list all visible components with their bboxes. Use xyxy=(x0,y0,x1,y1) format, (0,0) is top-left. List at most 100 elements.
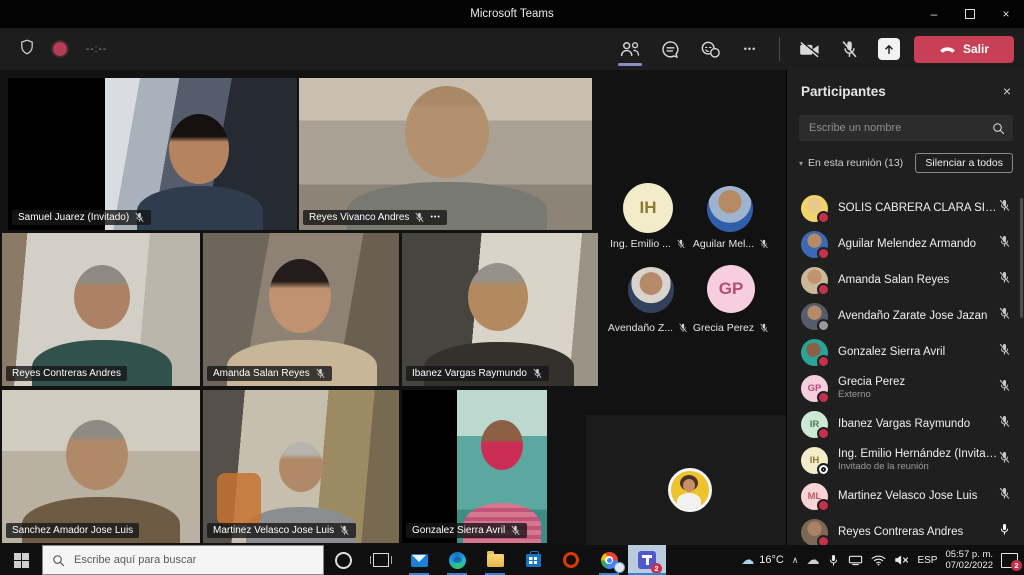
share-button[interactable] xyxy=(874,34,904,64)
video-tile-reyes-vivanco[interactable]: Reyes Vivanco Andres ••• xyxy=(299,78,592,230)
meeting-section-toggle[interactable]: ▾ En esta reunión (13) xyxy=(799,157,903,169)
mic-muted-icon[interactable] xyxy=(998,343,1011,361)
tray-device-icon[interactable] xyxy=(848,554,863,566)
presence-busy-icon xyxy=(817,211,830,224)
more-options-button[interactable]: ••• xyxy=(735,34,765,64)
mic-muted-icon[interactable] xyxy=(998,451,1011,469)
reactions-button[interactable] xyxy=(695,34,725,64)
audio-avatar-grecia[interactable]: GP xyxy=(707,265,755,313)
leave-meeting-button[interactable]: Salir xyxy=(914,36,1014,63)
mic-muted-icon xyxy=(510,525,521,536)
participant-row[interactable]: GP Grecia Perez Externo xyxy=(787,370,1024,406)
language-indicator[interactable]: ESP xyxy=(917,555,937,566)
video-feed xyxy=(402,233,598,386)
video-feed xyxy=(457,390,547,543)
audio-avatar-avendano[interactable] xyxy=(628,267,674,313)
mic-muted-icon[interactable] xyxy=(998,379,1011,397)
restore-button[interactable] xyxy=(952,0,988,28)
participant-row[interactable]: IR Ibanez Vargas Raymundo xyxy=(787,406,1024,442)
audio-label-aguilar: Aguilar Mel... xyxy=(675,238,786,250)
participant-search[interactable] xyxy=(799,115,1013,141)
wifi-icon[interactable] xyxy=(871,554,886,566)
taskbar-app-chrome[interactable] xyxy=(590,545,628,575)
mic-muted-icon[interactable] xyxy=(998,235,1011,253)
meeting-stage: Samuel Juarez (Invitado) Reyes Vivanco A… xyxy=(0,70,786,545)
avatar: IR xyxy=(801,411,828,438)
mic-muted-icon[interactable] xyxy=(998,415,1011,433)
office-icon xyxy=(563,552,579,568)
camera-toggle-button[interactable] xyxy=(794,34,824,64)
participant-row[interactable]: Aguilar Melendez Armando xyxy=(787,226,1024,262)
tray-chevron-up-icon[interactable]: ∧ xyxy=(792,555,799,566)
video-feed xyxy=(105,78,297,230)
participant-row[interactable]: Amanda Salan Reyes xyxy=(787,262,1024,298)
chrome-profile-badge xyxy=(614,562,625,573)
video-tile-amanda-salan[interactable]: Amanda Salan Reyes xyxy=(203,233,399,386)
self-avatar[interactable] xyxy=(668,468,712,512)
avatar: GP xyxy=(801,375,828,402)
participant-nametag: Sanchez Amador Jose Luis xyxy=(6,523,139,538)
video-tile-samuel-juarez[interactable]: Samuel Juarez (Invitado) xyxy=(8,78,297,230)
tray-mic-icon[interactable] xyxy=(827,554,840,567)
participant-search-input[interactable] xyxy=(807,121,992,135)
participant-row[interactable]: SOLIS CABRERA CLARA SILVIA xyxy=(787,190,1024,226)
participant-row[interactable]: Gonzalez Sierra Avril xyxy=(787,334,1024,370)
video-tile-ibanez-vargas[interactable]: Ibanez Vargas Raymundo xyxy=(402,233,598,386)
mic-toggle-button[interactable] xyxy=(834,34,864,64)
participant-row[interactable]: Reyes Contreras Andres xyxy=(787,514,1024,545)
mic-off-icon xyxy=(840,40,859,59)
video-tile-sanchez-amador-speaking[interactable]: Sanchez Amador Jose Luis xyxy=(2,390,200,543)
participant-row[interactable]: IH Ing. Emilio Hernández (Invitado) Invi… xyxy=(787,442,1024,478)
mail-icon xyxy=(411,554,428,567)
taskbar-app-mail[interactable] xyxy=(400,545,438,575)
share-screen-icon xyxy=(878,38,900,60)
close-button[interactable]: × xyxy=(988,0,1024,28)
mute-all-button[interactable]: Silenciar a todos xyxy=(915,153,1013,173)
video-tile-reyes-contreras[interactable]: Reyes Contreras Andres xyxy=(2,233,200,386)
taskbar-app-file-explorer[interactable] xyxy=(476,545,514,575)
action-center-button[interactable]: 2 xyxy=(1001,553,1018,568)
task-view-button[interactable] xyxy=(362,545,400,575)
taskbar-app-store[interactable] xyxy=(514,545,552,575)
participant-list: SOLIS CABRERA CLARA SILVIA Aguilar Melen… xyxy=(787,190,1024,545)
mic-muted-icon xyxy=(339,525,350,536)
avatar xyxy=(801,231,828,258)
mic-muted-icon xyxy=(759,323,769,333)
video-feed xyxy=(203,390,399,543)
chat-button[interactable] xyxy=(655,34,685,64)
participant-name: Reyes Contreras Andres xyxy=(12,368,121,379)
taskbar-clock[interactable]: 05:57 p. m. 07/02/2022 xyxy=(945,549,993,571)
participant-row[interactable]: ML Martinez Velasco Jose Luis xyxy=(787,478,1024,514)
participants-button[interactable] xyxy=(615,34,645,64)
volume-muted-icon[interactable] xyxy=(894,554,909,566)
edge-icon xyxy=(449,552,466,569)
taskbar-app-edge[interactable] xyxy=(438,545,476,575)
start-button[interactable] xyxy=(0,545,42,575)
avatar xyxy=(801,519,828,546)
taskbar-app-teams-active[interactable]: 2 xyxy=(628,545,666,575)
panel-scrollbar[interactable] xyxy=(1020,198,1023,318)
tile-more-icon[interactable]: ••• xyxy=(430,214,440,221)
mic-muted-icon[interactable] xyxy=(998,199,1011,217)
mic-on-icon[interactable] xyxy=(998,523,1011,541)
minimize-button[interactable]: – xyxy=(916,0,952,28)
video-tile-gonzalez-sierra[interactable]: Gonzalez Sierra Avril xyxy=(402,390,547,543)
taskbar-search[interactable] xyxy=(42,545,324,575)
weather-widget[interactable]: ☁ 16°C xyxy=(741,552,784,568)
mic-muted-icon[interactable] xyxy=(998,307,1011,325)
file-explorer-icon xyxy=(487,554,504,567)
audio-avatar-emilio[interactable]: IH xyxy=(623,183,673,233)
taskbar-app-office[interactable] xyxy=(552,545,590,575)
taskbar-search-input[interactable] xyxy=(72,553,314,567)
onedrive-icon[interactable]: ☁ xyxy=(806,552,819,568)
video-tile-martinez-velasco[interactable]: Martinez Velasco Jose Luis xyxy=(203,390,399,543)
participant-nametag: Martinez Velasco Jose Luis xyxy=(207,523,356,538)
participant-row[interactable]: Avendaño Zarate Jose Jazan xyxy=(787,298,1024,334)
camera-off-icon xyxy=(799,41,820,58)
panel-close-button[interactable]: × xyxy=(1003,83,1011,99)
mic-muted-icon[interactable] xyxy=(998,271,1011,289)
panel-title: Participantes xyxy=(801,84,886,99)
cortana-button[interactable] xyxy=(324,545,362,575)
audio-avatar-aguilar[interactable] xyxy=(707,186,753,232)
mic-muted-icon[interactable] xyxy=(998,487,1011,505)
